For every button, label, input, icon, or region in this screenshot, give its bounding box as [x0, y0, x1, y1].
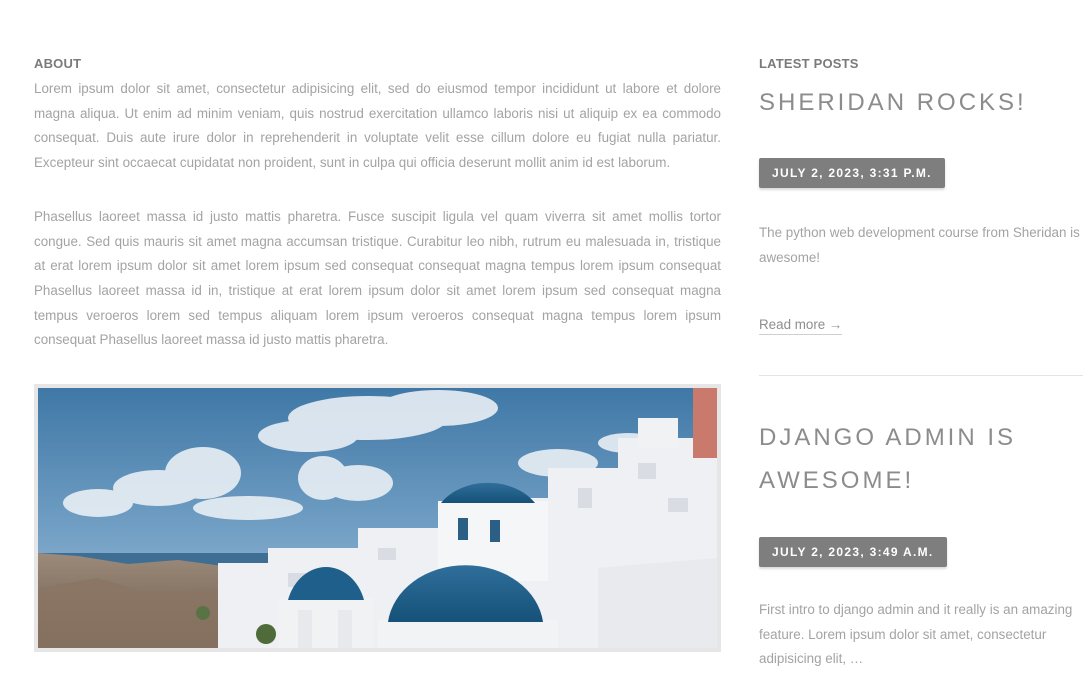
- latest-posts-section: LATEST POSTS SHERIDAN ROCKS! JULY 2, 202…: [759, 55, 1083, 672]
- post-excerpt: The python web development course from S…: [759, 225, 1080, 265]
- about-text: Lorem ipsum dolor sit amet, consectetur …: [34, 77, 721, 353]
- santorini-illustration: [38, 388, 717, 649]
- post-divider: [759, 375, 1083, 376]
- post-card: DJANGO ADMIN IS AWESOME! JULY 2, 2023, 3…: [759, 416, 1083, 672]
- post-excerpt: First intro to django admin and it reall…: [759, 602, 1073, 666]
- post-title[interactable]: DJANGO ADMIN IS AWESOME!: [759, 416, 1083, 502]
- about-paragraph-2: Phasellus laoreet massa id justo mattis …: [34, 208, 721, 348]
- latest-posts-heading: LATEST POSTS: [759, 56, 859, 71]
- page: ABOUT Lorem ipsum dolor sit amet, consec…: [0, 0, 1088, 683]
- about-paragraph-1: Lorem ipsum dolor sit amet, consectetur …: [34, 81, 721, 171]
- post-title[interactable]: SHERIDAN ROCKS!: [759, 83, 1083, 123]
- post-date-badge: JULY 2, 2023, 3:49 A.M.: [759, 537, 947, 567]
- about-heading: ABOUT: [34, 56, 82, 71]
- read-more-link[interactable]: Read more →: [759, 316, 843, 335]
- post-date-badge: JULY 2, 2023, 3:31 P.M.: [759, 158, 945, 188]
- about-section: ABOUT Lorem ipsum dolor sit amet, consec…: [34, 55, 721, 653]
- post-card: SHERIDAN ROCKS! JULY 2, 2023, 3:31 P.M. …: [759, 83, 1083, 335]
- santorini-image: [34, 384, 721, 653]
